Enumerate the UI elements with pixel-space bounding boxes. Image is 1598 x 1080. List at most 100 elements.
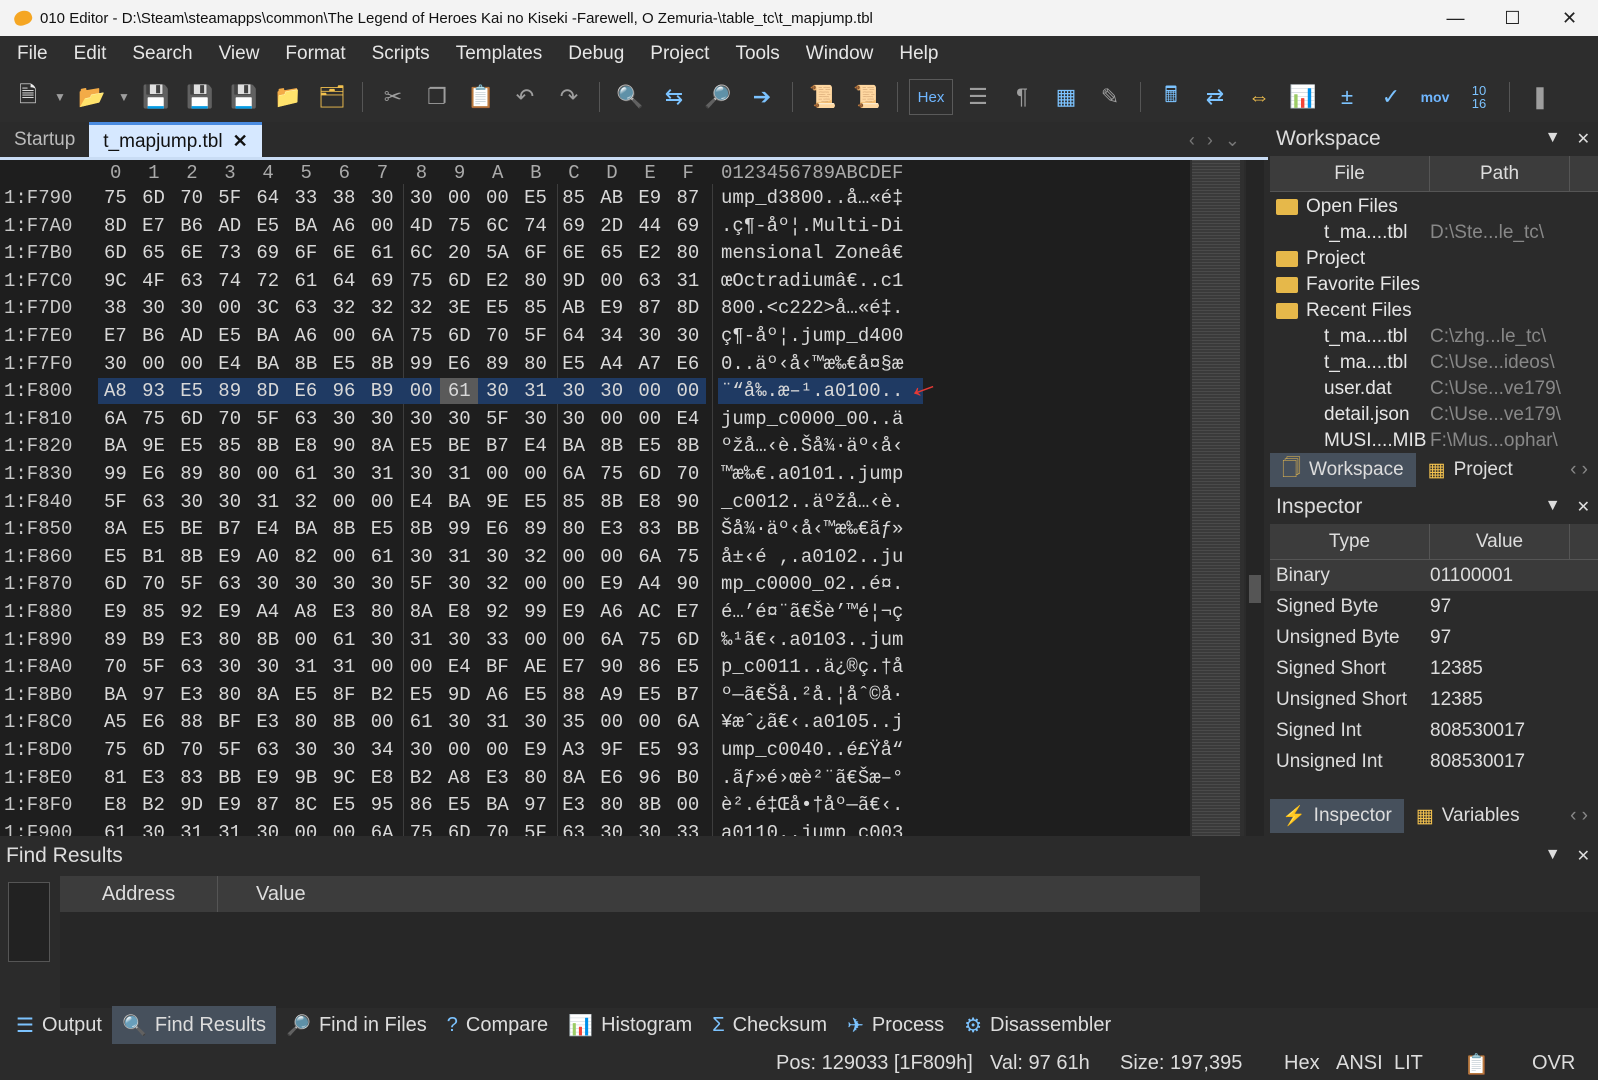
hex-byte[interactable]: 85 [562, 491, 585, 513]
hex-byte[interactable]: 96 [333, 380, 356, 402]
hex-byte[interactable]: 6D [638, 463, 661, 485]
hex-byte[interactable]: 64 [256, 187, 279, 209]
hex-byte[interactable]: 00 [371, 656, 394, 678]
hex-byte[interactable]: 6F [295, 242, 318, 264]
import-export-icon[interactable]: ⇔ [1240, 78, 1278, 116]
hex-byte[interactable]: 75 [410, 822, 433, 836]
workspace-folder[interactable]: Favorite Files [1270, 272, 1598, 298]
hex-byte[interactable]: E8 [371, 767, 394, 789]
hex-byte[interactable]: 8A [104, 518, 127, 540]
workspace-folder[interactable]: Recent Files [1270, 298, 1598, 324]
hex-byte[interactable]: E5 [638, 739, 661, 761]
status-insert-mode[interactable]: OVR [1532, 1052, 1575, 1075]
hex-byte[interactable]: 63 [638, 270, 661, 292]
hex-byte[interactable]: 30 [600, 380, 623, 402]
menu-project[interactable]: Project [637, 43, 722, 65]
hex-byte[interactable]: 8B [333, 518, 356, 540]
hex-byte[interactable]: E5 [371, 518, 394, 540]
tab-t-mapjump[interactable]: t_mapjump.tbl ✕ [89, 122, 262, 158]
calculator-icon[interactable]: 🖩 [1152, 78, 1190, 116]
run-script-icon[interactable]: 📜 [804, 78, 842, 116]
hex-byte[interactable]: E5 [218, 325, 241, 347]
hex-byte[interactable]: 99 [410, 353, 433, 375]
workspace-icon[interactable]: 🗂 [313, 78, 351, 116]
hex-byte[interactable]: 6A [677, 711, 700, 733]
panel-close-icon[interactable]: ✕ [1577, 497, 1590, 517]
operations-icon[interactable]: ± [1328, 78, 1366, 116]
hex-byte[interactable]: E9 [256, 767, 279, 789]
hex-byte[interactable]: 5F [218, 187, 241, 209]
hex-byte[interactable]: 00 [677, 794, 700, 816]
hex-byte[interactable]: 9D [562, 270, 585, 292]
hex-byte[interactable]: 89 [218, 380, 241, 402]
hex-byte[interactable]: E6 [295, 380, 318, 402]
highlight-icon[interactable]: ✎ [1091, 78, 1129, 116]
hex-byte[interactable]: 80 [677, 242, 700, 264]
hex-byte[interactable]: 30 [142, 297, 165, 319]
hex-row[interactable]: 1:F870 6D 70 5F 63 30 30 30 30 5F 30 32 00 00 E9 A4 90 mp… [0, 570, 1190, 598]
hex-byte[interactable]: 81 [104, 767, 127, 789]
hex-byte[interactable]: 6D [104, 242, 127, 264]
find-in-files-icon[interactable]: 🔎 [699, 78, 737, 116]
hex-byte[interactable]: BE [180, 518, 203, 540]
hex-byte[interactable]: AC [638, 601, 661, 623]
ascii-text[interactable]: ç¶-åº¦.jump_d400 [721, 325, 903, 347]
ascii-text[interactable]: p_c0011..ä¿®ç.†å [721, 656, 903, 678]
hex-byte[interactable]: BE [448, 435, 471, 457]
hex-byte[interactable]: A4 [256, 601, 279, 623]
hex-byte[interactable]: 70 [218, 408, 241, 430]
hex-byte[interactable]: 69 [562, 215, 585, 237]
hex-byte[interactable]: 8B [638, 794, 661, 816]
ascii-text[interactable]: 0..äº‹å‹™æ‰€å¤§æ [721, 353, 903, 375]
file-compare-icon[interactable]: ⇄ [1196, 78, 1234, 116]
hex-byte[interactable]: 6D [142, 739, 165, 761]
inspector-value[interactable]: 97 [1430, 627, 1451, 649]
hex-byte[interactable]: 5F [524, 822, 547, 836]
ascii-text[interactable]: é…’é¤¨ã€Šè’™é¦¬ç [721, 601, 903, 623]
hex-byte[interactable]: 30 [295, 739, 318, 761]
hex-byte[interactable]: 85 [524, 297, 547, 319]
hex-byte[interactable]: 00 [256, 463, 279, 485]
bottom-tab-checksum[interactable]: Σ Checksum [702, 1006, 837, 1044]
hex-byte[interactable]: 8D [104, 215, 127, 237]
hex-row[interactable]: 1:F810 6A 75 6D 70 5F 63 30 30 30 30 5F 30 30 00 00 E4 ju… [0, 405, 1190, 433]
hex-byte[interactable]: 30 [256, 822, 279, 836]
open-folder-icon[interactable]: 📁 [269, 78, 307, 116]
hex-byte[interactable]: 75 [600, 463, 623, 485]
hex-byte[interactable]: 90 [677, 491, 700, 513]
base-converter-icon[interactable]: 10 16 [1460, 78, 1498, 116]
save-as-icon[interactable]: 💾 [181, 78, 219, 116]
hex-byte[interactable]: E7 [562, 656, 585, 678]
bottom-tab-output[interactable]: ☰ Output [6, 1006, 112, 1044]
ascii-text[interactable]: jump_c0000_00..ä [721, 408, 903, 430]
ascii-text[interactable]: ‰¹ã€‹.a0103..jum [721, 629, 903, 651]
checksum-icon[interactable]: ✓ [1372, 78, 1410, 116]
hex-byte[interactable]: 20 [448, 242, 471, 264]
tab-variables[interactable]: ▦ Variables [1404, 799, 1532, 833]
hex-byte[interactable]: AB [600, 187, 623, 209]
hex-row[interactable]: 1:F800 A8 93 E5 89 8D E6 96 B9 00 61 30 31 30 30 00 00 ¨“… [0, 377, 1190, 405]
ascii-text[interactable]: ºžå…‹è.Šå¾·äº‹å‹ [721, 435, 903, 457]
save-icon[interactable]: 💾 [137, 78, 175, 116]
status-position[interactable]: Pos: 129033 [1F809h] [776, 1052, 973, 1075]
hex-byte[interactable]: 5F [524, 325, 547, 347]
hex-byte[interactable]: 5F [142, 656, 165, 678]
hex-byte[interactable]: A8 [295, 601, 318, 623]
inspector-value[interactable]: 808530017 [1430, 751, 1525, 773]
inspector-row[interactable]: Signed Short 12385 [1270, 653, 1598, 684]
hex-byte[interactable]: E8 [295, 435, 318, 457]
hex-byte[interactable]: 69 [256, 242, 279, 264]
hex-byte[interactable]: 87 [256, 794, 279, 816]
hex-byte[interactable]: 92 [486, 601, 509, 623]
hex-byte[interactable]: 80 [524, 353, 547, 375]
histogram-icon[interactable]: 📊 [1284, 78, 1322, 116]
hex-byte[interactable]: 31 [256, 491, 279, 513]
panel-close-icon[interactable]: ✕ [1577, 846, 1590, 866]
hex-byte[interactable]: 5F [486, 408, 509, 430]
menu-tools[interactable]: Tools [722, 43, 792, 65]
ascii-text[interactable]: .ãƒ»é›œè²¨ã€Šæ–° [721, 767, 903, 789]
hex-byte[interactable]: E3 [562, 794, 585, 816]
hex-byte[interactable]: 00 [524, 463, 547, 485]
menu-search[interactable]: Search [119, 43, 205, 65]
hex-byte[interactable]: E3 [333, 601, 356, 623]
